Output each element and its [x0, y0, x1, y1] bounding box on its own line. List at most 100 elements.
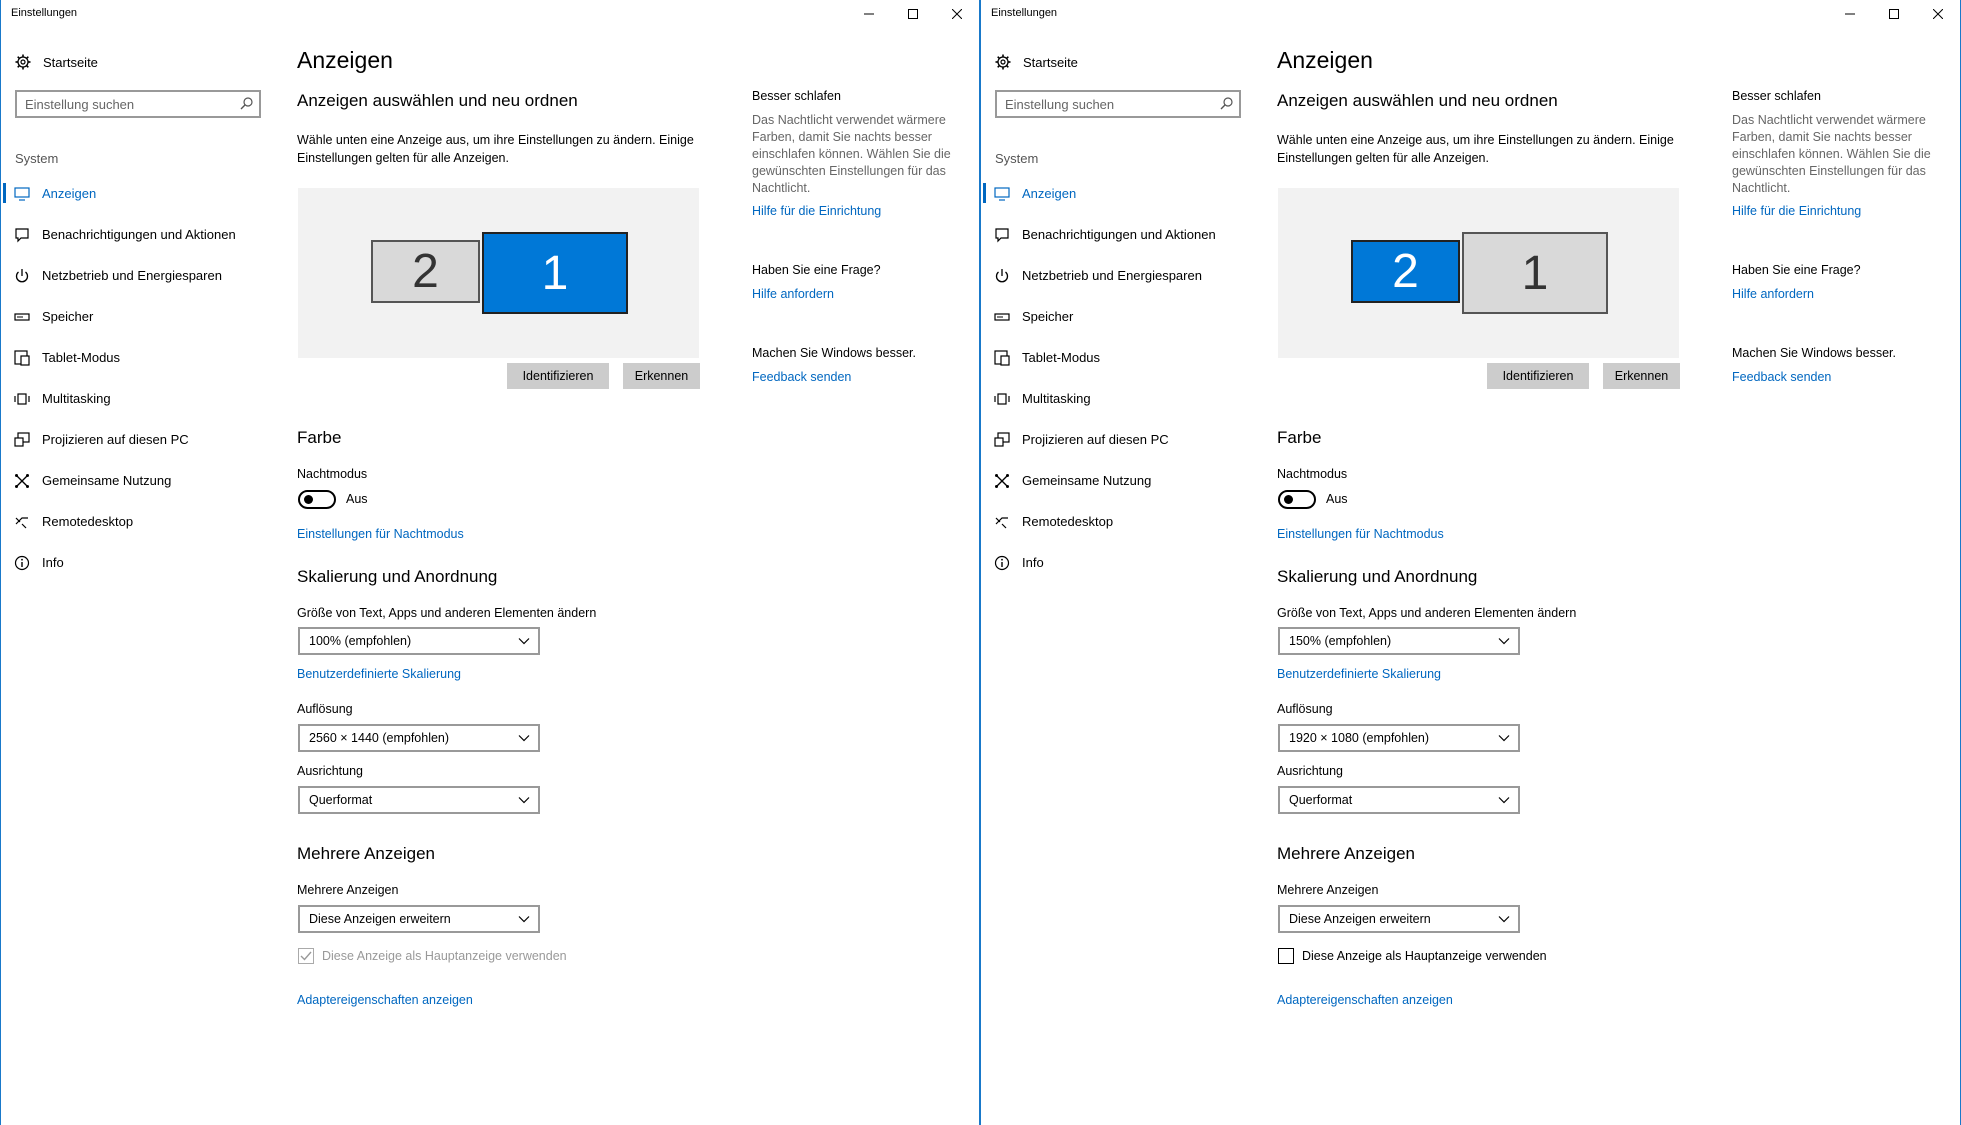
- monitor-1[interactable]: 1: [482, 232, 628, 314]
- toggle-knob: [1284, 495, 1293, 504]
- sleep-description-2: Farben, damit Sie nachts besser: [1732, 130, 1912, 144]
- notification-icon: [15, 228, 29, 243]
- night-mode-settings-link[interactable]: Einstellungen für Nachtmodus: [297, 527, 464, 541]
- close-button[interactable]: [935, 0, 979, 28]
- category-label: System: [995, 151, 1039, 166]
- search-box[interactable]: [15, 90, 261, 118]
- resolution-label: Auflösung: [1277, 702, 1333, 716]
- sidebar-item-benachrichtigungen-und-aktionen[interactable]: Benachrichtigungen und Aktionen: [981, 214, 1251, 254]
- arrange-description-line-2: Einstellungen gelten für alle Anzeigen.: [1277, 151, 1489, 165]
- feedback-link[interactable]: Feedback senden: [1732, 370, 1831, 384]
- night-mode-state: Aus: [1326, 492, 1348, 506]
- search-icon: [1220, 97, 1233, 110]
- sidebar-item-projizieren-auf-diesen-pc[interactable]: Projizieren auf diesen PC: [981, 419, 1251, 459]
- sidebar-item-remotedesktop[interactable]: Remotedesktop: [1, 501, 271, 541]
- get-help-link[interactable]: Hilfe anfordern: [1732, 287, 1814, 301]
- night-mode-toggle[interactable]: [298, 490, 336, 509]
- chevron-down-icon: [1498, 797, 1510, 804]
- maximize-button[interactable]: [891, 0, 935, 28]
- sidebar-item-info[interactable]: Info: [1, 542, 271, 582]
- resolution-dropdown[interactable]: 2560 × 1440 (empfohlen): [298, 724, 540, 752]
- search-input[interactable]: [997, 92, 1215, 116]
- sidebar-item-tablet-modus[interactable]: Tablet-Modus: [981, 337, 1251, 377]
- orientation-value: Querformat: [1289, 793, 1353, 807]
- custom-scaling-link[interactable]: Benutzerdefinierte Skalierung: [1277, 667, 1441, 681]
- sidebar-item-gemeinsame-nutzung[interactable]: Gemeinsame Nutzung: [1, 460, 271, 500]
- orientation-dropdown[interactable]: Querformat: [1278, 786, 1520, 814]
- monitor-arrangement[interactable]: 2 1: [1278, 188, 1679, 358]
- night-mode-settings-link[interactable]: Einstellungen für Nachtmodus: [1277, 527, 1444, 541]
- page-title: Anzeigen: [1277, 47, 1373, 73]
- sidebar-item-anzeigen[interactable]: Anzeigen: [981, 173, 1251, 213]
- adapter-properties-link[interactable]: Adaptereigenschaften anzeigen: [1277, 993, 1453, 1007]
- monitor-icon: [14, 187, 30, 201]
- sidebar-item-remotedesktop[interactable]: Remotedesktop: [981, 501, 1251, 541]
- sidebar-item-anzeigen[interactable]: Anzeigen: [1, 173, 271, 213]
- checkmark-icon: [300, 951, 312, 961]
- title-bar[interactable]: Einstellungen: [1, 0, 979, 28]
- sidebar-item-tablet-modus[interactable]: Tablet-Modus: [1, 337, 271, 377]
- detect-button[interactable]: Erkennen: [1603, 363, 1680, 389]
- orientation-dropdown[interactable]: Querformat: [298, 786, 540, 814]
- sidebar-item-label: Anzeigen: [42, 185, 97, 201]
- minimize-button[interactable]: [1828, 0, 1872, 28]
- resolution-dropdown[interactable]: 1920 × 1080 (empfohlen): [1278, 724, 1520, 752]
- sidebar-item-label: Multitasking: [42, 390, 111, 406]
- arrange-heading: Anzeigen auswählen und neu ordnen: [1277, 91, 1558, 110]
- night-mode-toggle[interactable]: [1278, 490, 1316, 509]
- sidebar-item-netzbetrieb-und-energiesparen[interactable]: Netzbetrieb und Energiesparen: [981, 255, 1251, 295]
- sidebar-item-info[interactable]: Info: [981, 542, 1251, 582]
- adapter-properties-link[interactable]: Adaptereigenschaften anzeigen: [297, 993, 473, 1007]
- monitor-1[interactable]: 1: [1462, 232, 1608, 314]
- night-mode-label: Nachtmodus: [297, 467, 368, 481]
- minimize-button[interactable]: [847, 0, 891, 28]
- feedback-link[interactable]: Feedback senden: [752, 370, 851, 384]
- setup-help-link[interactable]: Hilfe für die Einrichtung: [1732, 204, 1861, 218]
- scaling-heading: Skalierung und Anordnung: [1277, 567, 1478, 586]
- sidebar-item-gemeinsame-nutzung[interactable]: Gemeinsame Nutzung: [981, 460, 1251, 500]
- setup-help-link[interactable]: Hilfe für die Einrichtung: [752, 204, 881, 218]
- sidebar-item-speicher[interactable]: Speicher: [1, 296, 271, 336]
- search-input[interactable]: [17, 92, 235, 116]
- home-link[interactable]: Startseite: [995, 52, 1078, 72]
- sidebar-item-speicher[interactable]: Speicher: [981, 296, 1251, 336]
- multi-display-dropdown[interactable]: Diese Anzeigen erweitern: [1278, 905, 1520, 933]
- sidebar-item-label: Projizieren auf diesen PC: [1022, 431, 1169, 447]
- monitor-arrangement[interactable]: 2 1: [298, 188, 699, 358]
- identify-button[interactable]: Identifizieren: [1487, 363, 1589, 389]
- monitor-2[interactable]: 2: [1351, 240, 1460, 303]
- sidebar-item-multitasking[interactable]: Multitasking: [981, 378, 1251, 418]
- get-help-link[interactable]: Hilfe anfordern: [752, 287, 834, 301]
- orientation-label: Ausrichtung: [297, 764, 364, 778]
- improve-title: Machen Sie Windows besser.: [1732, 346, 1896, 360]
- sidebar-item-label: Anzeigen: [1022, 185, 1077, 201]
- custom-scaling-link[interactable]: Benutzerdefinierte Skalierung: [297, 667, 461, 681]
- sidebar-item-benachrichtigungen-und-aktionen[interactable]: Benachrichtigungen und Aktionen: [1, 214, 271, 254]
- close-button[interactable]: [1916, 0, 1960, 28]
- power-icon: [995, 269, 1009, 283]
- maximize-button[interactable]: [1872, 0, 1916, 28]
- maximize-icon: [1889, 9, 1899, 19]
- title-bar[interactable]: Einstellungen: [981, 0, 1960, 28]
- scaling-heading: Skalierung und Anordnung: [297, 567, 498, 586]
- sidebar-item-label: Info: [42, 554, 64, 570]
- detect-button[interactable]: Erkennen: [623, 363, 700, 389]
- multi-display-dropdown[interactable]: Diese Anzeigen erweitern: [298, 905, 540, 933]
- identify-button[interactable]: Identifizieren: [507, 363, 609, 389]
- sidebar-item-projizieren-auf-diesen-pc[interactable]: Projizieren auf diesen PC: [1, 419, 271, 459]
- sleep-description-1: Das Nachtlicht verwendet wärmere: [1732, 113, 1926, 127]
- size-dropdown[interactable]: 100% (empfohlen): [298, 627, 540, 655]
- orientation-label: Ausrichtung: [1277, 764, 1344, 778]
- sidebar-item-netzbetrieb-und-energiesparen[interactable]: Netzbetrieb und Energiesparen: [1, 255, 271, 295]
- sidebar-item-multitasking[interactable]: Multitasking: [1, 378, 271, 418]
- main-display-checkbox[interactable]: [298, 948, 314, 964]
- home-link[interactable]: Startseite: [15, 52, 98, 72]
- home-label: Startseite: [43, 54, 98, 70]
- search-box[interactable]: [995, 90, 1241, 118]
- monitor-2[interactable]: 2: [371, 240, 480, 303]
- main-display-checkbox[interactable]: [1278, 948, 1294, 964]
- info-icon: [994, 555, 1010, 571]
- arrange-description-line-1: Wähle unten eine Anzeige aus, um ihre Ei…: [1277, 133, 1674, 147]
- size-dropdown[interactable]: 150% (empfohlen): [1278, 627, 1520, 655]
- minimize-icon: [864, 13, 874, 15]
